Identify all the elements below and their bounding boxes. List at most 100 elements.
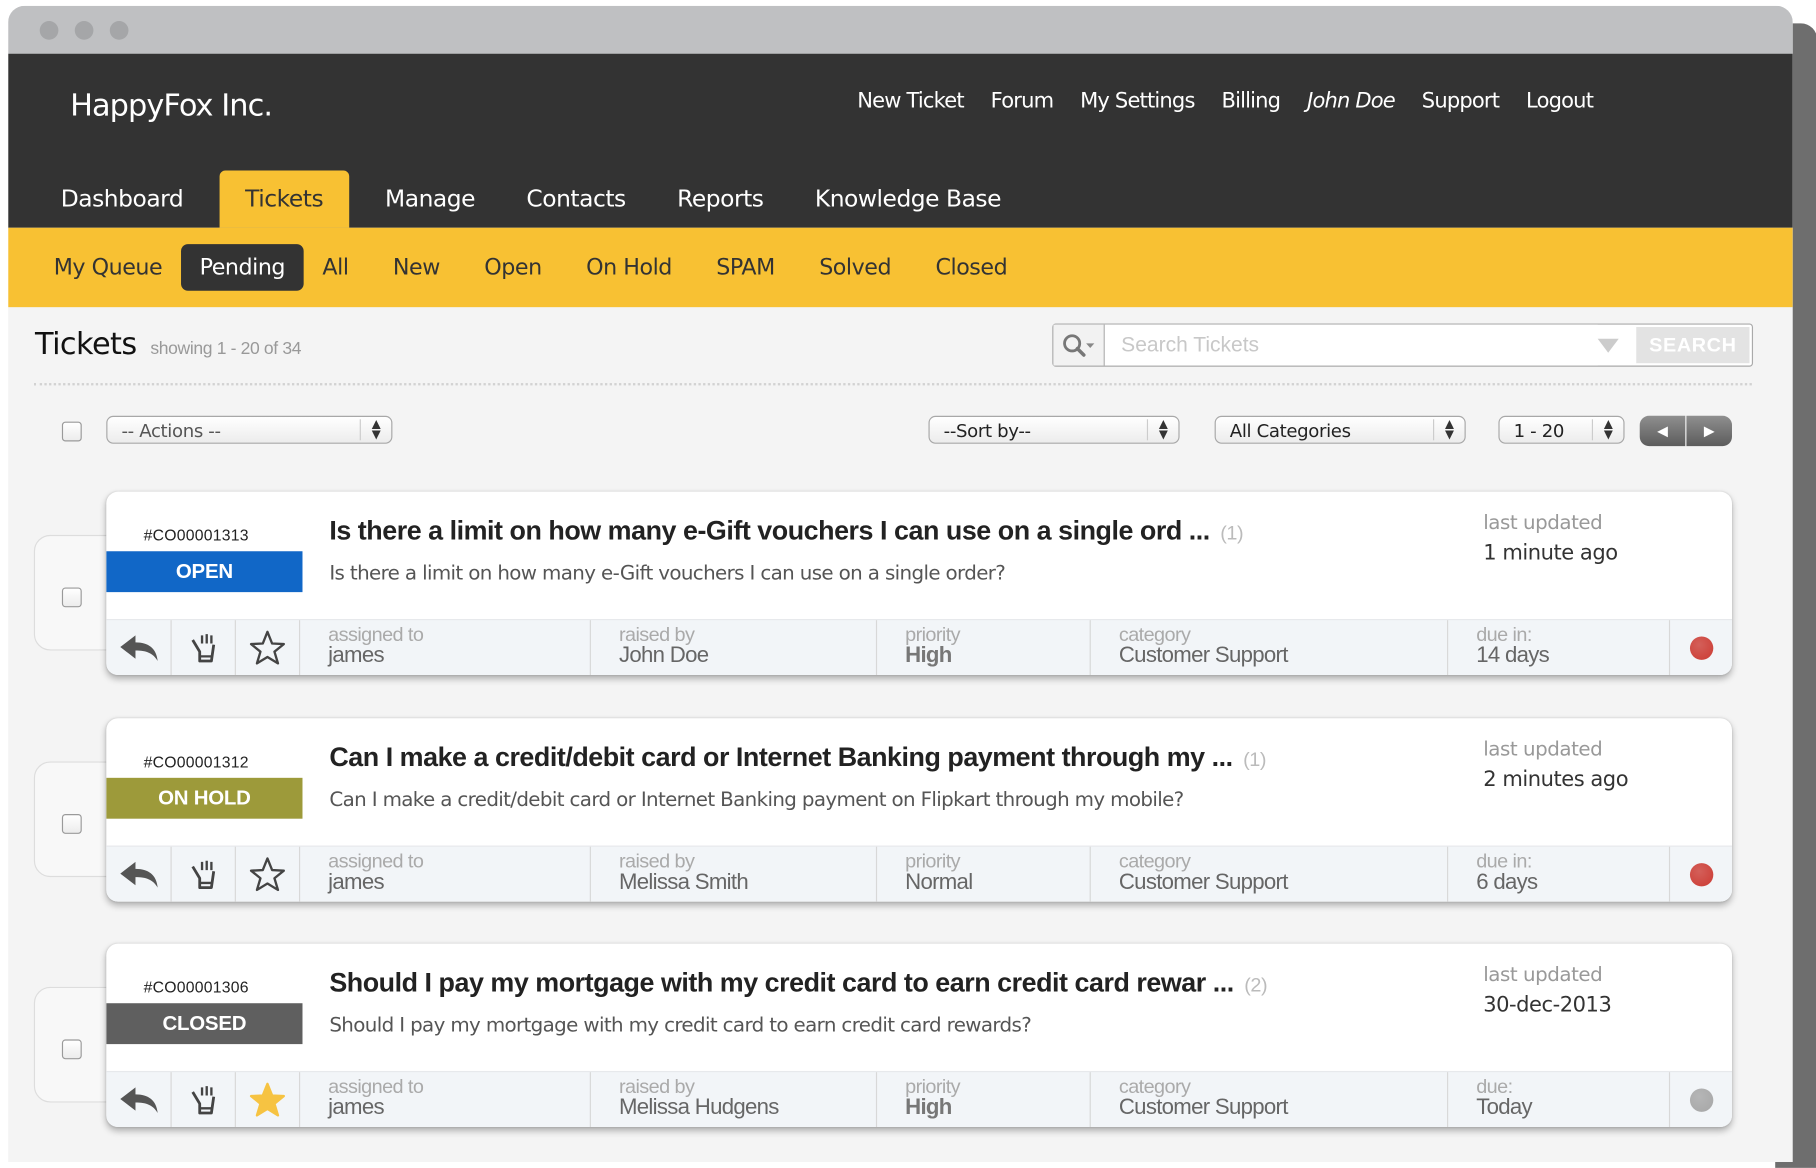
sort-select[interactable]: --Sort by-- ▲ ▼ (928, 415, 1180, 444)
search-input[interactable] (1104, 324, 1598, 366)
ticket-subject[interactable]: Is there a limit on how many e-Gift vouc… (329, 515, 1243, 547)
link-new-ticket[interactable]: New Ticket (857, 89, 964, 114)
ticket-checkbox[interactable] (61, 587, 82, 608)
ticket-preview: Is there a limit on how many e-Gift vouc… (329, 561, 1006, 586)
next-page-button[interactable]: ▶ (1686, 415, 1732, 447)
select-arrows-icon: ▲ ▼ (1433, 419, 1465, 441)
star-button[interactable] (236, 620, 301, 676)
window-minimize-button[interactable] (74, 21, 94, 40)
raised-by-value: Melissa Hudgens (618, 1095, 779, 1121)
ticket-card[interactable]: #CO00001306 CLOSED Should I pay my mortg… (106, 943, 1732, 1128)
ticket-footer: assigned to james raised by Melissa Smit… (106, 845, 1732, 902)
priority-cell[interactable]: priority High (877, 620, 1091, 676)
due-cell[interactable]: due in: 14 days (1448, 620, 1671, 676)
reply-button[interactable] (106, 1072, 172, 1128)
take-ticket-button[interactable] (172, 620, 236, 676)
actions-select[interactable]: -- Actions -- ▲ ▼ (106, 415, 393, 444)
last-updated-label: last updated (1483, 738, 1603, 762)
window-close-button[interactable] (39, 21, 59, 40)
star-button[interactable] (236, 1072, 301, 1128)
priority-cell[interactable]: priority Normal (877, 846, 1091, 902)
link-support[interactable]: Support (1422, 89, 1500, 114)
tab-contacts[interactable]: Contacts (501, 171, 652, 228)
priority-cell[interactable]: priority High (877, 1072, 1091, 1128)
link-forum[interactable]: Forum (991, 89, 1054, 114)
ticket-card[interactable]: #CO00001313 OPEN Is there a limit on how… (106, 491, 1732, 676)
category-cell[interactable]: category Customer Support (1091, 620, 1449, 676)
pagination: ◀ ▶ (1639, 415, 1732, 447)
star-icon (249, 1082, 285, 1117)
category-cell[interactable]: category Customer Support (1091, 1072, 1449, 1128)
filter-solved[interactable]: Solved (797, 244, 913, 291)
last-updated-value: 2 minutes ago (1483, 767, 1629, 792)
filter-closed[interactable]: Closed (913, 244, 1029, 291)
star-icon (249, 630, 285, 665)
page-title-text: Tickets (35, 327, 137, 363)
filter-spam[interactable]: SPAM (694, 244, 797, 291)
assigned-to-label: assigned to (328, 1075, 424, 1098)
reply-button[interactable] (106, 846, 172, 902)
tab-knowledge-base[interactable]: Knowledge Base (789, 171, 1027, 228)
ticket-row: #CO00001312 ON HOLD Can I make a credit/… (8, 718, 1793, 905)
ticket-checkbox[interactable] (61, 814, 82, 834)
link-billing[interactable]: Billing (1221, 89, 1281, 114)
take-ticket-button[interactable] (172, 846, 236, 902)
prev-page-button[interactable]: ◀ (1639, 415, 1686, 447)
assigned-to-value: james (328, 643, 384, 669)
take-ticket-button[interactable] (172, 1072, 236, 1128)
filter-new[interactable]: New (371, 244, 462, 291)
sla-status-dot-icon (1689, 1088, 1713, 1112)
filter-on-hold[interactable]: On Hold (564, 244, 694, 291)
link-my-settings[interactable]: My Settings (1080, 89, 1195, 114)
priority-label: priority (905, 623, 961, 646)
ticket-id: #CO00001313 (143, 526, 249, 545)
ticket-subject-text: Can I make a credit/debit card or Intern… (329, 741, 1233, 772)
browser-window: HappyFox Inc. New Ticket Forum My Settin… (8, 5, 1793, 1163)
due-value: Today (1476, 1095, 1532, 1121)
tab-tickets[interactable]: Tickets (219, 170, 349, 228)
search-button[interactable]: SEARCH (1636, 327, 1750, 364)
search-dropdown-caret-icon[interactable] (1597, 338, 1619, 353)
select-arrows-icon: ▲ ▼ (1591, 419, 1624, 441)
page-title: Tickets showing 1 - 20 of 34 (35, 327, 301, 362)
star-button[interactable] (236, 846, 301, 902)
ticket-subject[interactable]: Can I make a credit/debit card or Intern… (329, 742, 1266, 774)
link-logout[interactable]: Logout (1526, 89, 1594, 114)
ticket-checkbox[interactable] (61, 1039, 82, 1060)
page-range-select[interactable]: 1 - 20 ▲ ▼ (1498, 415, 1625, 444)
due-cell[interactable]: due in: 6 days (1448, 846, 1671, 902)
ticket-id: #CO00001306 (143, 978, 249, 997)
ticket-subject[interactable]: Should I pay my mortgage with my credit … (329, 967, 1267, 999)
assigned-to-cell[interactable]: assigned to james (300, 846, 591, 902)
filter-pending[interactable]: Pending (180, 244, 304, 291)
due-cell[interactable]: due: Today (1448, 1072, 1671, 1128)
filter-my-queue[interactable]: My Queue (32, 244, 185, 291)
category-select[interactable]: All Categories ▲ ▼ (1214, 415, 1466, 444)
tab-reports[interactable]: Reports (651, 171, 789, 228)
sla-indicator-cell (1670, 620, 1732, 675)
link-user-profile[interactable]: John Doe (1307, 89, 1396, 114)
raised-by-label: raised by (618, 850, 695, 873)
main-tabs: Dashboard Tickets Manage Contacts Report… (35, 170, 1027, 228)
select-all-checkbox[interactable] (61, 421, 82, 442)
search-icon (1062, 333, 1094, 357)
ticket-filter-tabs: My Queue Pending All New Open On Hold SP… (32, 244, 1030, 291)
filter-all[interactable]: All (300, 244, 370, 291)
search-options-button[interactable] (1053, 324, 1105, 366)
ticket-card[interactable]: #CO00001312 ON HOLD Can I make a credit/… (106, 718, 1732, 902)
reply-button[interactable] (106, 620, 172, 676)
page-range-value: 1 - 20 (1513, 420, 1565, 442)
ticket-footer: assigned to james raised by John Doe pri… (106, 618, 1732, 676)
assigned-to-cell[interactable]: assigned to james (300, 1072, 591, 1128)
brand-logo[interactable]: HappyFox Inc. (70, 89, 273, 124)
sla-status-dot-icon (1689, 636, 1713, 660)
window-maximize-button[interactable] (109, 21, 129, 40)
reply-icon (119, 635, 158, 662)
tab-manage[interactable]: Manage (359, 171, 500, 228)
assigned-to-cell[interactable]: assigned to james (300, 620, 591, 676)
tab-dashboard[interactable]: Dashboard (35, 171, 209, 228)
filter-open[interactable]: Open (462, 244, 564, 291)
category-cell[interactable]: category Customer Support (1091, 846, 1449, 902)
app-header: HappyFox Inc. New Ticket Forum My Settin… (8, 53, 1793, 228)
assigned-to-label: assigned to (328, 850, 424, 873)
